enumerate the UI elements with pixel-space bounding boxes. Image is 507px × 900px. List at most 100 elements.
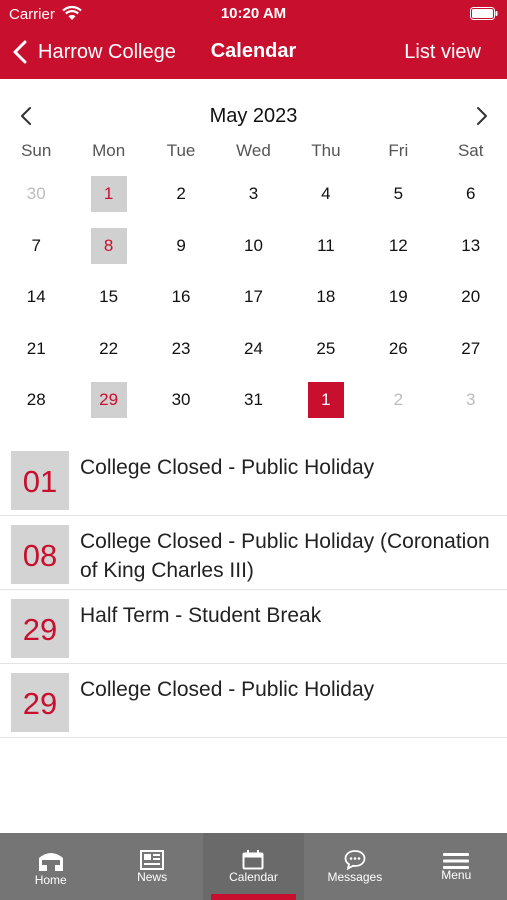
status-bar: Carrier 10:20 AM	[0, 0, 507, 28]
weekday-label: Wed	[236, 141, 271, 160]
day-cell[interactable]: 21	[0, 331, 72, 383]
weekday-label: Sun	[21, 141, 52, 160]
day-number: 29	[90, 382, 127, 418]
day-number: 1	[90, 176, 127, 212]
event-list-item[interactable]: 29 College Closed - Public Holiday	[0, 664, 507, 738]
status-time: 10:20 AM	[220, 5, 287, 22]
day-number: 4	[321, 184, 331, 203]
day-number: 13	[461, 235, 481, 255]
back-button-label: Harrow College	[38, 40, 176, 63]
day-cell[interactable]: 2	[362, 382, 434, 434]
month-calendar: May 2023 Sun Mon Tue Wed Thu Fri Sat 30 1 2 3 4 5 6 7…	[0, 79, 507, 434]
day-number: 7	[31, 235, 41, 255]
event-title: College Closed - Public Holiday (Coronat…	[80, 530, 490, 582]
weekday-label: Thu	[311, 141, 341, 160]
tab-home[interactable]: Home	[0, 833, 101, 900]
day-number: 9	[176, 235, 186, 255]
day-cell[interactable]: 20	[435, 279, 507, 331]
day-cell[interactable]: 10	[217, 228, 289, 280]
day-number: 1	[307, 382, 344, 418]
day-cell[interactable]: 16	[145, 279, 217, 331]
day-number: 3	[466, 390, 476, 409]
tab-news[interactable]: News	[101, 833, 202, 900]
tab-menu[interactable]: Menu	[406, 833, 507, 900]
day-cell[interactable]: 3	[217, 176, 289, 228]
month-label: May 2023	[209, 105, 298, 127]
event-list: 01 College Closed - Public Holiday 08 Colle…	[0, 442, 507, 738]
day-cell[interactable]: 13	[435, 228, 507, 280]
event-title: Half Term - Student Break	[80, 604, 322, 627]
month-header: May 2023	[0, 104, 507, 134]
week-row: 14 15 16 17 18 19 20	[0, 279, 507, 331]
event-date-badge: 01	[11, 451, 69, 510]
day-cell-with-event[interactable]: 8	[72, 227, 144, 280]
tab-messages[interactable]: Messages	[304, 833, 405, 900]
day-number: 17	[244, 287, 263, 306]
active-tab-indicator	[210, 894, 297, 900]
tab-calendar[interactable]: Calendar	[202, 833, 305, 900]
day-cell[interactable]: 3	[435, 382, 507, 434]
day-number: 19	[388, 287, 408, 306]
battery-icon	[470, 7, 498, 20]
tab-label: Calendar	[229, 870, 278, 884]
day-number: 25	[316, 338, 336, 358]
day-cell-with-event[interactable]: 1	[72, 176, 144, 228]
day-cell[interactable]: 25	[290, 331, 362, 383]
back-button[interactable]: Harrow College	[12, 36, 176, 68]
week-row: 28 29 30 31 1 2 3	[0, 382, 507, 434]
day-cell[interactable]: 30	[0, 176, 72, 228]
tab-label: Home	[34, 873, 67, 887]
day-cell[interactable]: 19	[362, 279, 434, 331]
event-list-item[interactable]: 08 College Closed - Public Holiday (Coron…	[0, 516, 507, 590]
day-number: 6	[466, 184, 476, 203]
event-list-item[interactable]: 01 College Closed - Public Holiday	[0, 442, 507, 516]
event-list-item[interactable]: 29 Half Term - Student Break	[0, 590, 507, 664]
day-cell-selected[interactable]: 1	[290, 382, 362, 434]
day-cell[interactable]: 30	[145, 382, 217, 434]
day-cell[interactable]: 5	[362, 176, 434, 228]
weekday-label: Mon	[92, 141, 126, 160]
day-number: 22	[99, 338, 119, 358]
day-number: 3	[248, 184, 259, 203]
day-cell[interactable]: 6	[435, 176, 507, 228]
event-title: College Closed - Public Holiday	[80, 456, 375, 479]
day-cell[interactable]: 27	[435, 331, 507, 383]
day-grid: 30 1 2 3 4 5 6 7 8 9 10 11 12 13 14 15 16 17 18 19 20 21 22 23 2…	[0, 176, 507, 434]
day-cell[interactable]: 11	[290, 228, 362, 280]
day-cell[interactable]: 28	[0, 382, 72, 434]
day-cell[interactable]: 31	[217, 382, 289, 434]
week-row: 7 8 9 10 11 12 13	[0, 227, 507, 280]
day-number: 24	[244, 338, 263, 358]
day-cell[interactable]: 24	[217, 331, 289, 383]
day-number: 21	[26, 338, 46, 358]
day-cell[interactable]: 4	[290, 176, 362, 228]
week-row: 21 22 23 24 25 26 27	[0, 331, 507, 383]
app-header: Carrier 10:20 AM Harrow College Calendar…	[0, 0, 507, 79]
weekday-label: Fri	[388, 141, 409, 160]
day-cell[interactable]: 14	[0, 279, 72, 331]
day-cell[interactable]: 2	[145, 176, 217, 228]
day-cell[interactable]: 18	[290, 279, 362, 331]
day-cell[interactable]: 9	[145, 228, 217, 280]
day-cell[interactable]: 15	[72, 279, 144, 331]
day-number: 31	[244, 390, 263, 409]
day-cell[interactable]: 7	[0, 228, 72, 280]
day-number: 27	[461, 338, 481, 358]
event-date-badge: 29	[11, 599, 69, 658]
day-cell[interactable]: 23	[145, 331, 217, 383]
day-number: 14	[26, 287, 46, 306]
tab-label: Menu	[441, 868, 472, 882]
day-number: 8	[90, 227, 127, 264]
day-number: 20	[461, 287, 481, 306]
next-month-button[interactable]	[472, 104, 492, 128]
event-date-badge: 08	[11, 525, 69, 584]
day-cell-with-event[interactable]: 29	[72, 382, 144, 434]
event-title: College Closed - Public Holiday	[80, 678, 375, 701]
list-view-button[interactable]: List view	[404, 41, 481, 64]
day-number: 28	[26, 390, 46, 409]
day-cell[interactable]: 12	[362, 228, 434, 280]
day-cell[interactable]: 17	[217, 279, 289, 331]
day-cell[interactable]: 22	[72, 331, 144, 383]
day-number: 18	[316, 287, 336, 306]
day-cell[interactable]: 26	[362, 331, 434, 383]
